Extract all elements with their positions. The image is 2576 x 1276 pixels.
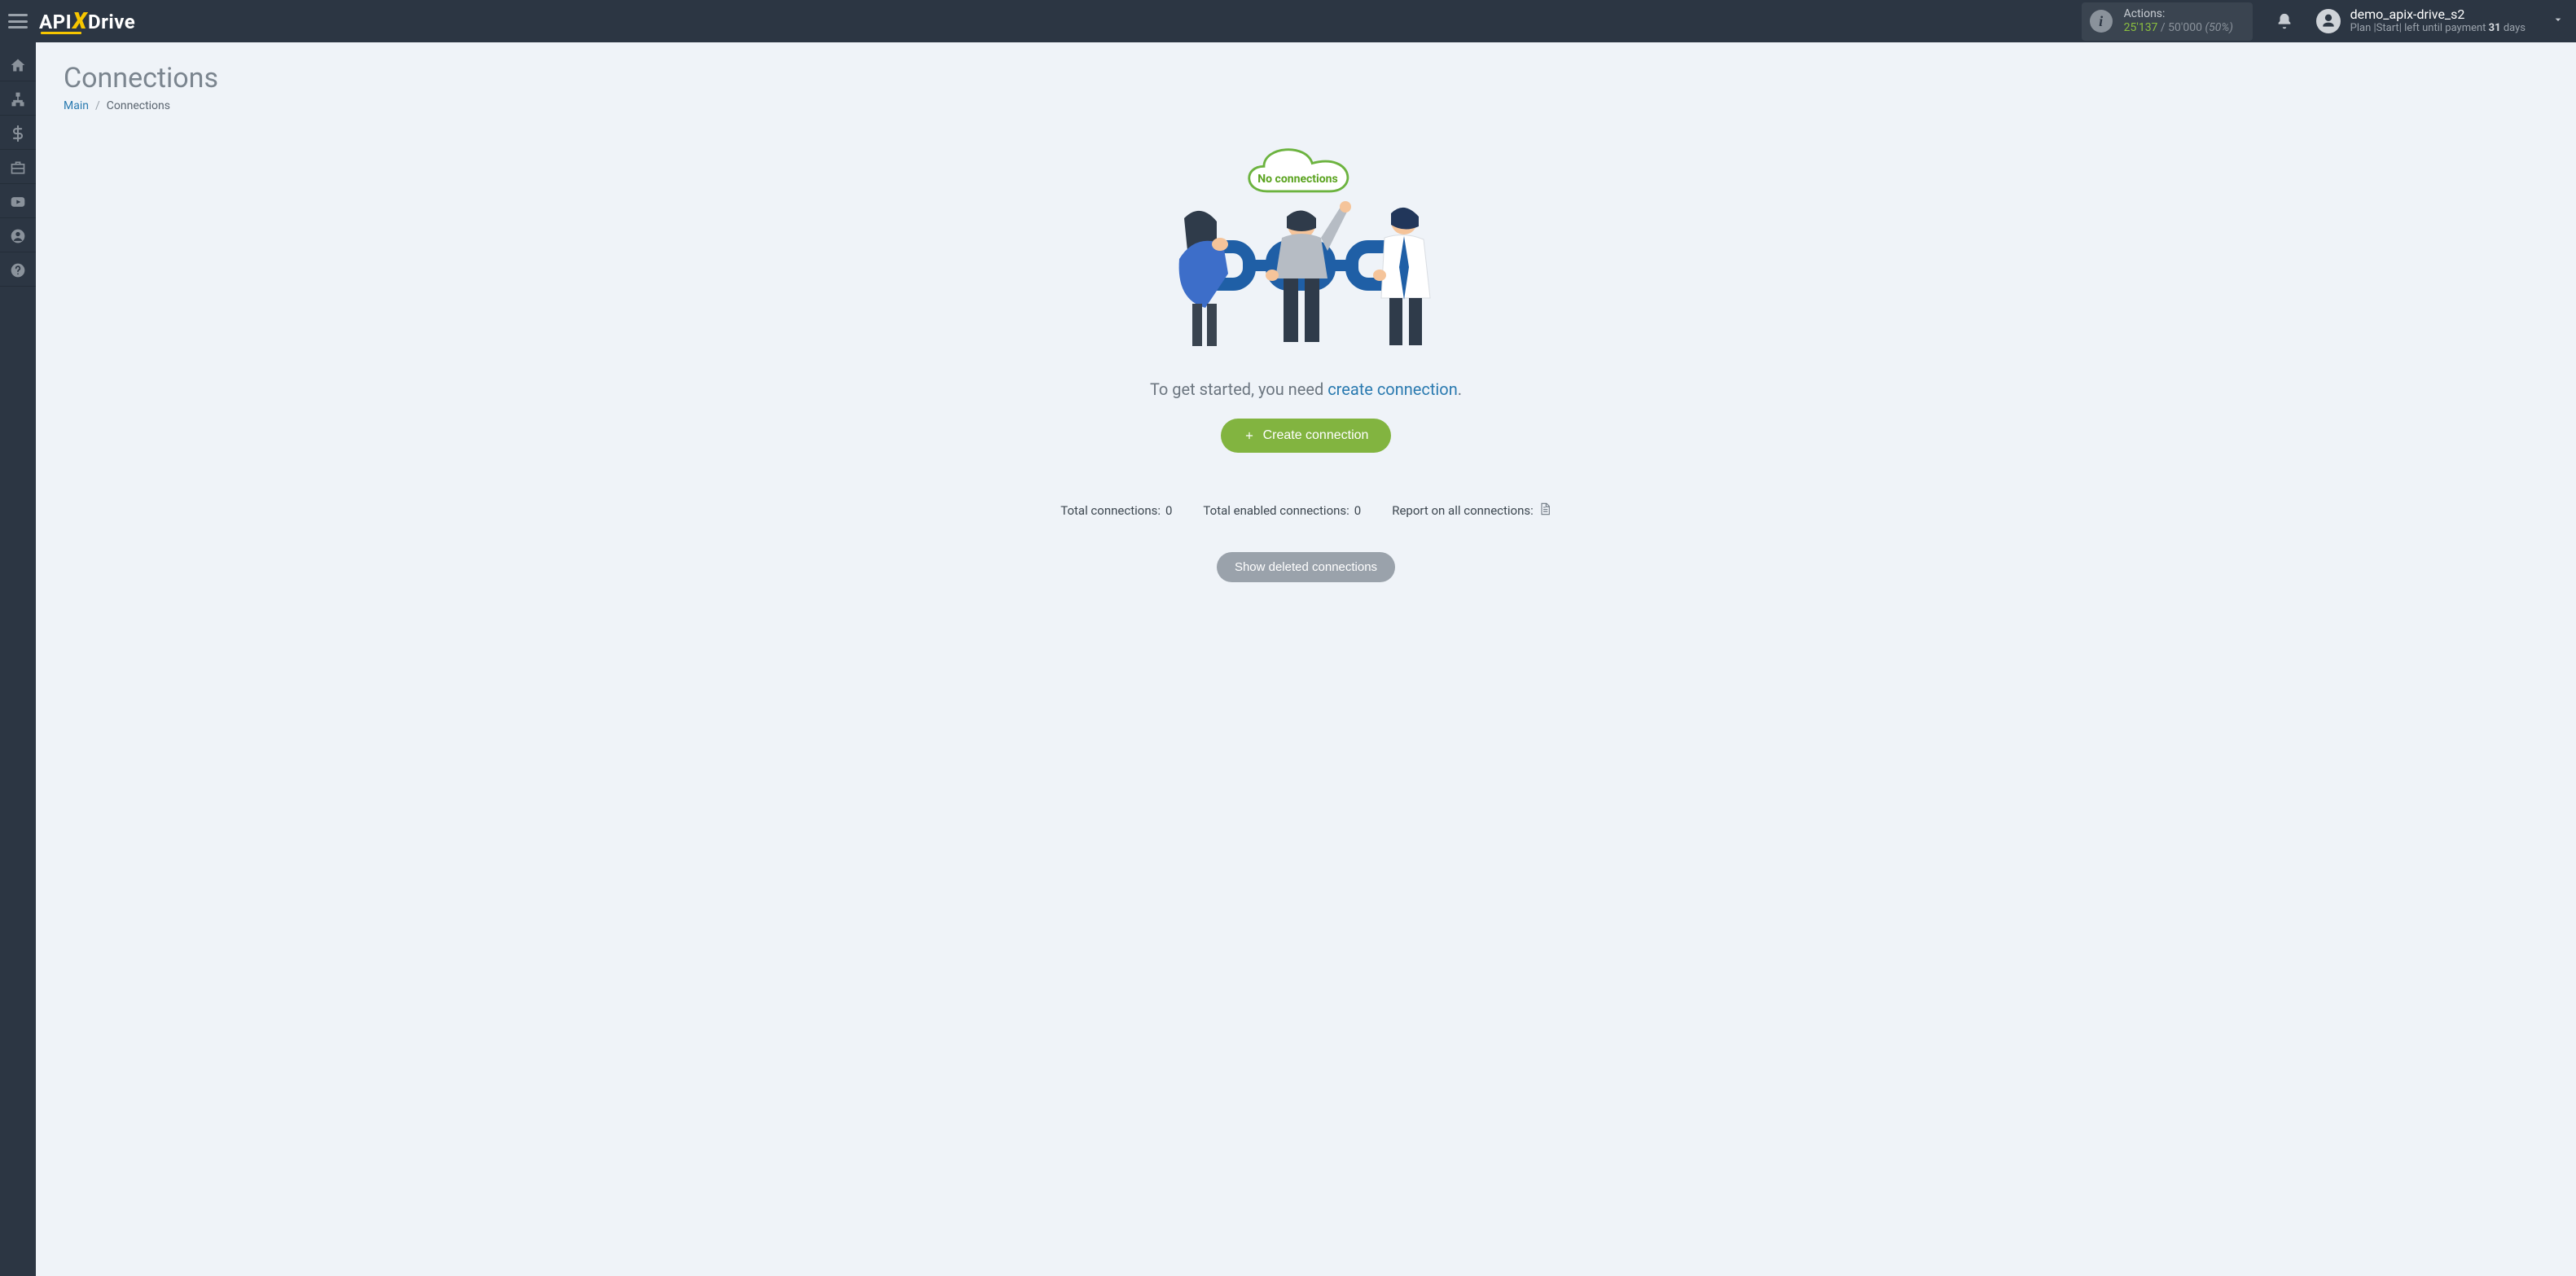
sidebar-item-account[interactable] <box>0 220 36 252</box>
sidebar-item-video[interactable] <box>0 186 36 218</box>
notifications-button[interactable] <box>2275 12 2293 30</box>
user-menu[interactable]: demo_apix-drive_s2 Plan |Start| left unt… <box>2316 7 2565 34</box>
user-icon <box>2320 13 2337 29</box>
user-name: demo_apix-drive_s2 <box>2350 7 2526 22</box>
main-content: Connections Main / Connections No connec… <box>36 42 2576 1276</box>
actions-limit: 50'000 <box>2168 21 2202 34</box>
avatar <box>2316 9 2341 33</box>
user-plan-line: Plan |Start| left until payment 31 days <box>2350 23 2526 35</box>
breadcrumb-current: Connections <box>107 99 170 112</box>
bell-icon <box>2275 12 2293 30</box>
user-menu-chevron <box>2535 13 2565 29</box>
logo-text-api: API <box>39 11 72 33</box>
create-connection-link[interactable]: create connection <box>1327 379 1458 399</box>
create-connection-button[interactable]: Create connection <box>1221 419 1392 453</box>
empty-cloud-label: No connections <box>1244 173 1352 186</box>
app-logo[interactable]: API X Drive <box>39 8 135 34</box>
sidebar-item-home[interactable] <box>0 49 36 81</box>
youtube-icon <box>10 194 26 210</box>
breadcrumb-root-link[interactable]: Main <box>64 99 89 112</box>
empty-illustration: No connections <box>1160 137 1453 365</box>
empty-lead-text: To get started, you need create connecti… <box>1150 379 1462 399</box>
stat-enabled: Total enabled connections: 0 <box>1203 503 1361 518</box>
logo-text-drive: Drive <box>88 11 135 33</box>
sidebar-item-help[interactable] <box>0 254 36 287</box>
info-icon: i <box>2090 10 2113 33</box>
menu-toggle-button[interactable] <box>8 13 28 29</box>
plus-icon <box>1244 430 1255 441</box>
document-icon <box>1538 502 1551 520</box>
sidebar-item-billing[interactable] <box>0 117 36 150</box>
stat-total: Total connections: 0 <box>1060 503 1172 518</box>
dollar-icon <box>10 125 26 142</box>
actions-separator: / <box>2157 21 2168 34</box>
create-connection-button-label: Create connection <box>1263 428 1369 443</box>
breadcrumb-separator: / <box>95 99 100 112</box>
breadcrumb: Main / Connections <box>64 99 2548 112</box>
briefcase-icon <box>10 160 26 176</box>
stats-row: Total connections: 0 Total enabled conne… <box>1060 502 1551 520</box>
actions-used: 25'137 <box>2124 21 2158 34</box>
actions-label: Actions: <box>2124 7 2233 22</box>
show-deleted-button[interactable]: Show deleted connections <box>1217 552 1395 582</box>
stat-report[interactable]: Report on all connections: <box>1392 502 1551 520</box>
logo-text-x: X <box>72 7 87 34</box>
actions-usage-badge[interactable]: i Actions: 25'137 / 50'000 (50%) <box>2082 2 2253 41</box>
actions-percent: (50%) <box>2205 21 2233 34</box>
sidebar <box>0 42 36 1276</box>
app-header: API X Drive i Actions: 25'137 / 50'000 (… <box>0 0 2576 42</box>
home-icon <box>10 57 26 73</box>
sidebar-item-connections[interactable] <box>0 83 36 116</box>
cloud-icon <box>1233 137 1363 207</box>
chevron-down-icon <box>2552 13 2565 26</box>
user-circle-icon <box>10 228 26 244</box>
page-title: Connections <box>64 62 2548 94</box>
sitemap-icon <box>10 91 26 107</box>
sidebar-item-toolbox[interactable] <box>0 151 36 184</box>
question-circle-icon <box>10 262 26 278</box>
